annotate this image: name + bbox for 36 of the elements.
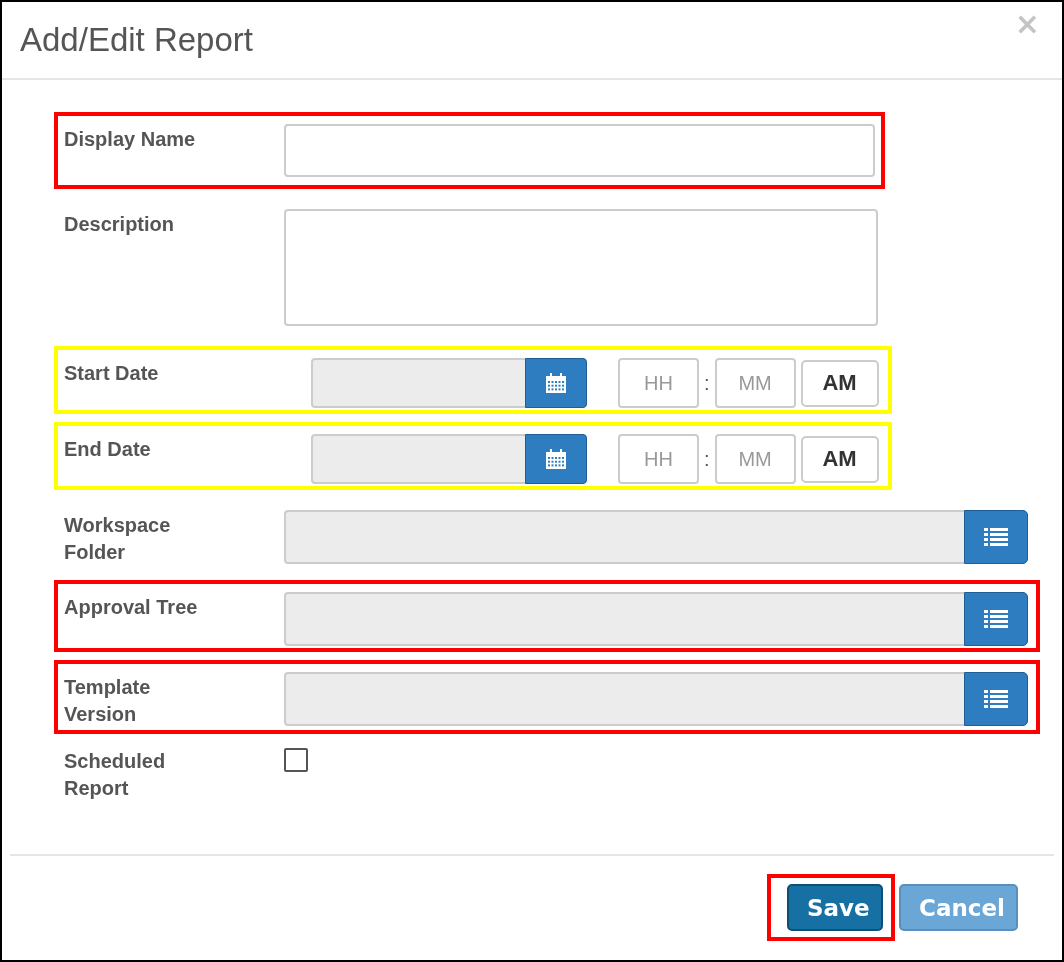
textarea-input[interactable] [284,209,878,326]
list-button[interactable] [964,672,1028,726]
time-separator: : [704,371,710,395]
date-input[interactable] [311,434,525,484]
calendar-icon [545,372,567,394]
field-label: Description [64,212,175,237]
field-label: Template Version [64,675,152,727]
picker-input[interactable] [284,672,964,726]
save-button[interactable]: Save [787,884,883,931]
field-label: Workspace Folder [64,513,172,565]
list-icon [984,689,1008,709]
calendar-button[interactable] [525,434,587,484]
am-pm-button[interactable]: AM [800,359,879,407]
date-input[interactable] [311,358,525,408]
text-input[interactable] [284,124,875,177]
calendar-icon [545,448,567,470]
hour-input[interactable]: HH [618,434,699,484]
am-pm-button[interactable]: AM [800,435,879,483]
checkbox[interactable] [284,748,308,772]
list-button[interactable] [964,510,1028,564]
hour-input[interactable]: HH [618,358,699,408]
field-label: Display Name [64,127,196,152]
list-icon [984,609,1008,629]
field-label: End Date [64,437,151,462]
calendar-button[interactable] [525,358,587,408]
field-label: Start Date [64,361,159,386]
minute-input[interactable]: MM [714,358,796,408]
picker-input[interactable] [284,510,964,564]
list-icon [984,527,1008,547]
minute-input[interactable]: MM [714,434,796,484]
field-label: Scheduled Report [64,749,167,801]
dialog-title: Add/Edit Report [20,21,253,59]
picker-input[interactable] [284,592,964,646]
list-button[interactable] [964,592,1028,646]
field-label: Approval Tree [64,595,198,620]
time-separator: : [704,447,710,471]
